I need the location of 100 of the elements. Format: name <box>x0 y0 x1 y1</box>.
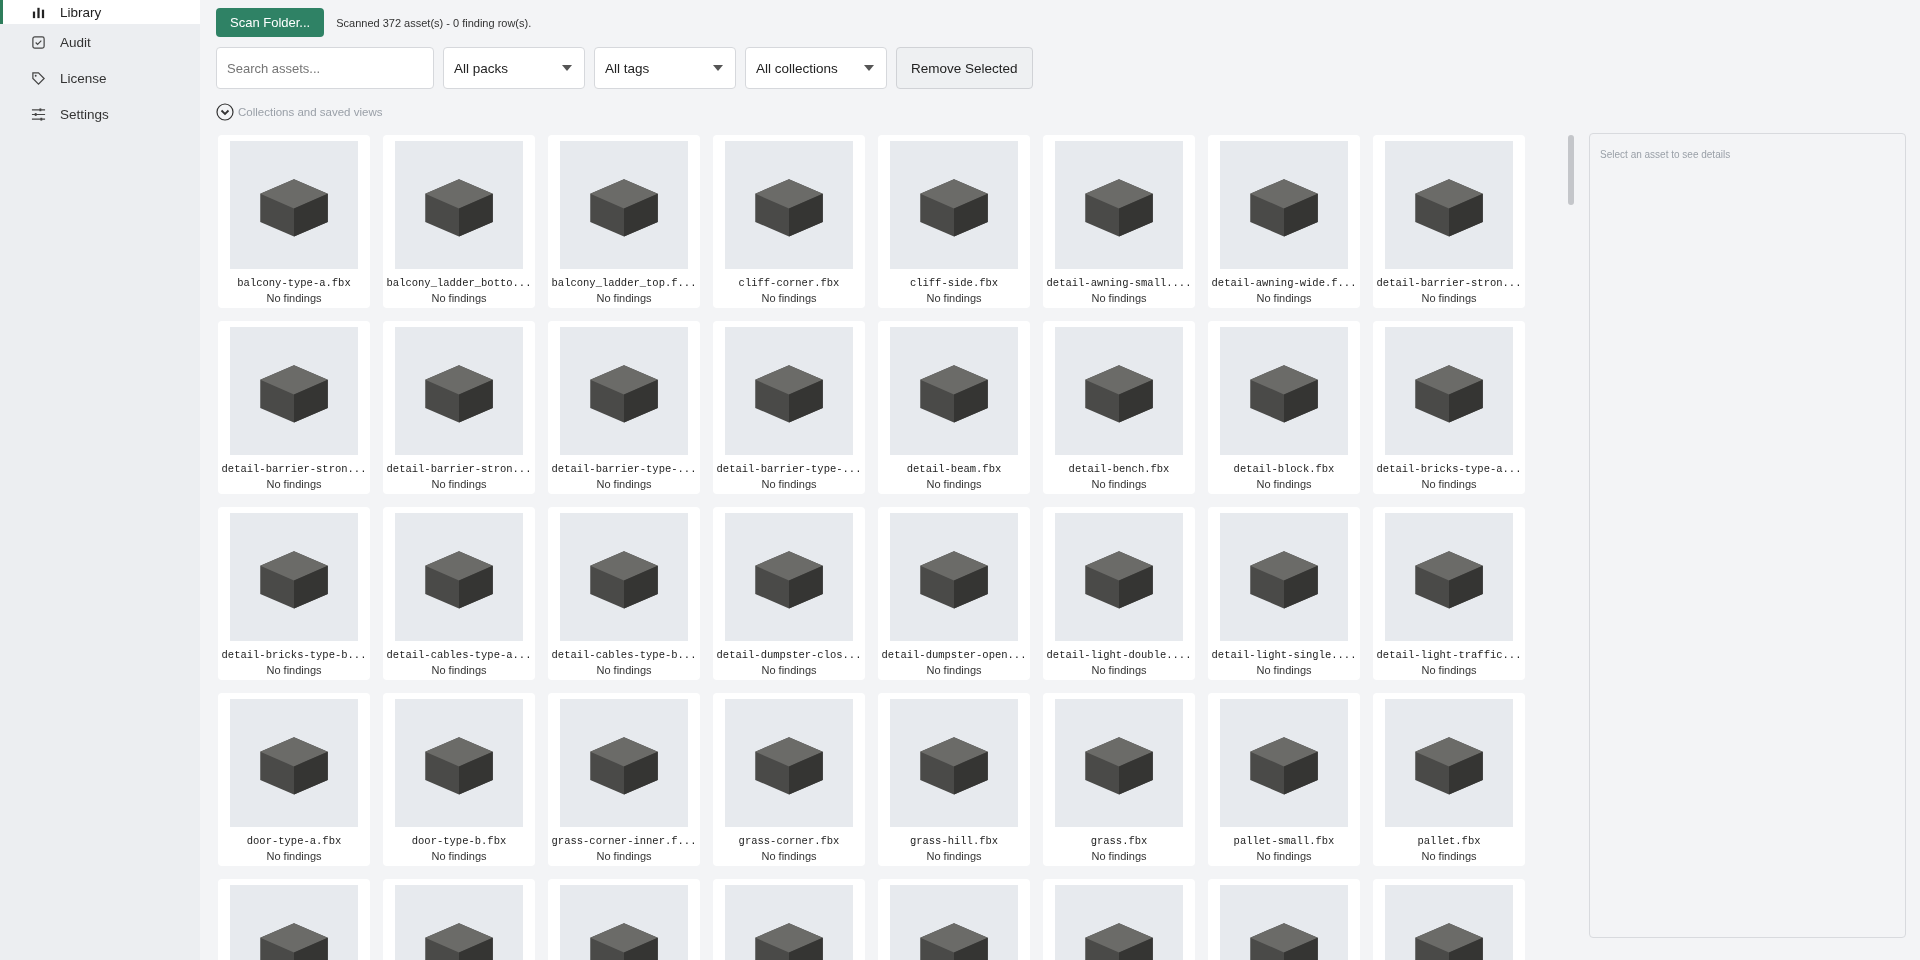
asset-card[interactable]: detail-bricks-type-b... No findings <box>218 507 370 680</box>
sidebar-item[interactable]: Library <box>0 0 200 24</box>
asset-card[interactable]: detail-cables-type-b... No findings <box>548 507 700 680</box>
asset-card[interactable]: detail-light-double.... No findings <box>1043 507 1195 680</box>
caret-icon <box>713 65 723 71</box>
asset-filename: balcony-type-a.fbx <box>237 277 351 289</box>
asset-status: No findings <box>431 292 487 304</box>
sidebar-item[interactable]: Audit <box>0 24 200 60</box>
asset-card[interactable]: detail-bricks-type-a... No findings <box>1373 321 1525 494</box>
scrollbar-thumb[interactable] <box>1568 135 1575 205</box>
scan-status-text: Scanned 372 asset(s) - 0 finding row(s). <box>336 16 532 29</box>
asset-filename: detail-barrier-type-... <box>551 463 697 475</box>
asset-card[interactable]: balcony_ladder_top.f... No findings <box>548 135 700 308</box>
asset-status: No findings <box>266 664 322 676</box>
asset-status: No findings <box>1256 292 1312 304</box>
sidebar-item[interactable]: License <box>0 60 200 96</box>
asset-filename: detail-light-double.... <box>1046 649 1192 661</box>
asset-card[interactable]: detail-barrier-stron... No findings <box>1373 135 1525 308</box>
asset-filename: detail-cables-type-a... <box>386 649 532 661</box>
asset-card[interactable]: grass.fbx No findings <box>1043 693 1195 866</box>
asset-status: No findings <box>266 292 322 304</box>
asset-status: No findings <box>431 664 487 676</box>
asset-card[interactable]: detail-awning-small.... No findings <box>1043 135 1195 308</box>
asset-status: No findings <box>1421 850 1477 862</box>
sidebar-item[interactable]: Settings <box>0 96 200 132</box>
asset-card[interactable]: detail-barrier-type-... No findings <box>548 321 700 494</box>
asset-status: No findings <box>926 292 982 304</box>
asset-filename: detail-cables-type-b... <box>551 649 697 661</box>
asset-status: No findings <box>926 850 982 862</box>
remove-selected-button[interactable]: Remove Selected <box>896 47 1033 89</box>
asset-status: No findings <box>596 478 652 490</box>
asset-card[interactable]: grass-hill.fbx No findings <box>878 693 1030 866</box>
asset-filename: balcony_ladder_top.f... <box>551 277 697 289</box>
asset-status: No findings <box>431 478 487 490</box>
asset-filename: grass-hill.fbx <box>909 835 999 847</box>
asset-card[interactable]: detail-cables-type-a... No findings <box>383 507 535 680</box>
asset-card[interactable]: detail-dumpster-clos... No findings <box>713 507 865 680</box>
asset-status: No findings <box>1421 478 1477 490</box>
asset-filename: pallet-small.fbx <box>1233 835 1335 847</box>
asset-status: No findings <box>1091 292 1147 304</box>
asset-card[interactable]: cliff-side.fbx No findings <box>878 135 1030 308</box>
asset-filename: cliff-side.fbx <box>909 277 999 289</box>
asset-status: No findings <box>761 478 817 490</box>
filter-dropdown[interactable]: All packs <box>443 47 585 89</box>
asset-card[interactable]: detail-barrier-stron... No findings <box>383 321 535 494</box>
caret-icon <box>864 65 874 71</box>
asset-filename: detail-dumpster-open... <box>881 649 1027 661</box>
asset-status: No findings <box>596 850 652 862</box>
asset-card[interactable]: detail-barrier-stron... No findings <box>218 321 370 494</box>
asset-status: No findings <box>926 664 982 676</box>
asset-card[interactable]: pallet.fbx No findings <box>1373 693 1525 866</box>
asset-filename: detail-barrier-stron... <box>221 463 367 475</box>
asset-card[interactable]: balcony-type-a.fbx No findings <box>218 135 370 308</box>
asset-status: No findings <box>1091 664 1147 676</box>
asset-status: No findings <box>596 292 652 304</box>
asset-card[interactable]: detail-beam.fbx No findings <box>878 321 1030 494</box>
asset-status: No findings <box>1421 664 1477 676</box>
asset-status: No findings <box>761 664 817 676</box>
asset-card[interactable]: detail-bench.fbx No findings <box>1043 321 1195 494</box>
asset-card[interactable]: detail-dumpster-open... No findings <box>878 507 1030 680</box>
asset-card[interactable]: detail-light-single.... No findings <box>1208 507 1360 680</box>
asset-status: No findings <box>1091 478 1147 490</box>
asset-filename: detail-block.fbx <box>1233 463 1335 475</box>
search-field[interactable]: Search assets... <box>216 47 434 89</box>
asset-filename: detail-barrier-stron... <box>1376 277 1522 289</box>
asset-status: No findings <box>1091 850 1147 862</box>
asset-status: No findings <box>266 478 322 490</box>
asset-filename: grass-corner-inner.f... <box>551 835 697 847</box>
filter-dropdown[interactable]: All collections <box>745 47 887 89</box>
asset-filename: detail-light-traffic... <box>1376 649 1522 661</box>
asset-filename: detail-barrier-type-... <box>716 463 862 475</box>
chevron-circle-icon[interactable] <box>216 103 234 121</box>
asset-status: No findings <box>761 850 817 862</box>
asset-card[interactable]: detail-barrier-type-... No findings <box>713 321 865 494</box>
asset-filename: detail-barrier-stron... <box>386 463 532 475</box>
asset-card[interactable]: grass-corner-inner.f... No findings <box>548 693 700 866</box>
asset-filename: detail-bricks-type-b... <box>221 649 367 661</box>
asset-filename: cliff-corner.fbx <box>738 277 840 289</box>
asset-filename: pallet.fbx <box>1417 835 1481 847</box>
asset-card[interactable]: door-type-b.fbx No findings <box>383 693 535 866</box>
asset-card[interactable]: grass-corner.fbx No findings <box>713 693 865 866</box>
scan-folder-button[interactable]: Scan Folder... <box>216 8 325 37</box>
asset-filename: detail-light-single.... <box>1211 649 1357 661</box>
asset-filename: detail-beam.fbx <box>906 463 1002 475</box>
asset-filename: grass-corner.fbx <box>738 835 840 847</box>
asset-card[interactable]: detail-block.fbx No findings <box>1208 321 1360 494</box>
asset-status: No findings <box>431 850 487 862</box>
asset-card[interactable]: detail-awning-wide.f... No findings <box>1208 135 1360 308</box>
asset-card[interactable]: pallet-small.fbx No findings <box>1208 693 1360 866</box>
asset-status: No findings <box>1256 850 1312 862</box>
filter-dropdown[interactable]: All tags <box>594 47 736 89</box>
asset-status: No findings <box>761 292 817 304</box>
asset-status: No findings <box>266 850 322 862</box>
asset-card[interactable]: door-type-a.fbx No findings <box>218 693 370 866</box>
asset-filename: detail-bench.fbx <box>1068 463 1170 475</box>
asset-status: No findings <box>1256 478 1312 490</box>
asset-card[interactable]: cliff-corner.fbx No findings <box>713 135 865 308</box>
asset-card[interactable]: detail-light-traffic... No findings <box>1373 507 1525 680</box>
asset-card[interactable]: balcony_ladder_botto... No findings <box>383 135 535 308</box>
asset-filename: detail-bricks-type-a... <box>1376 463 1522 475</box>
